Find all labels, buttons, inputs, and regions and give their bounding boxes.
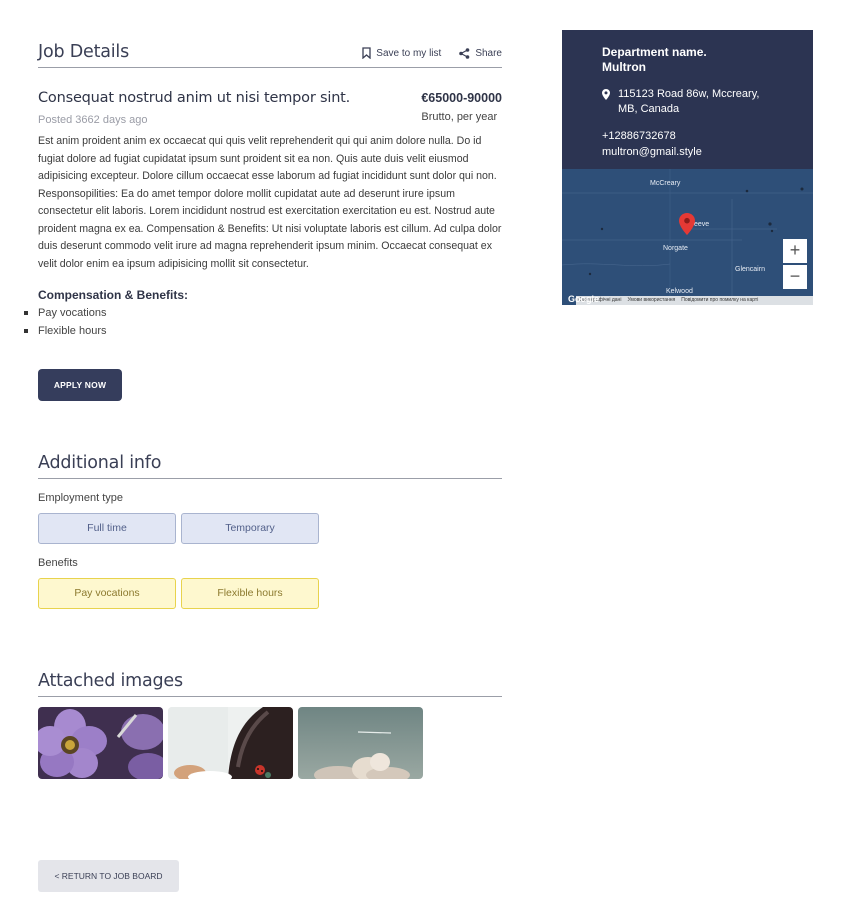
salary-amount: €65000-90000 xyxy=(421,91,502,105)
map-label-eeve: eeve xyxy=(694,221,710,228)
share-label: Share xyxy=(475,47,502,59)
image-thumbnail-ladybug[interactable] xyxy=(168,707,293,779)
employment-type-chips: Full time Temporary xyxy=(38,513,502,544)
department-name-line1: Department name. xyxy=(602,45,707,59)
bookmark-icon xyxy=(362,47,371,59)
image-thumbnail-flower[interactable] xyxy=(38,707,163,779)
share-icon xyxy=(459,47,470,59)
map-marker-icon[interactable] xyxy=(679,213,695,240)
compensation-heading: Compensation & Benefits: xyxy=(38,288,189,302)
chip-temporary[interactable]: Temporary xyxy=(181,513,319,544)
save-to-list-button[interactable]: Save to my list xyxy=(362,47,441,59)
map-report-link[interactable]: Повідомити про помилку на карті xyxy=(681,296,758,305)
department-info: Department name. Multron 115123 Road 86w… xyxy=(562,30,813,169)
chip-full-time[interactable]: Full time xyxy=(38,513,176,544)
map-label-mccreary: McCreary xyxy=(650,180,681,187)
posted-date: Posted 3662 days ago xyxy=(38,114,148,126)
map-label-norgate: Norgate xyxy=(663,245,688,252)
save-to-list-label: Save to my list xyxy=(376,47,442,59)
list-item: Pay vocations xyxy=(24,304,502,322)
department-name: Department name. Multron xyxy=(602,45,813,75)
address-line1: 115123 Road 86w, Mccreary, xyxy=(618,88,760,100)
department-phone: +12886732678 xyxy=(602,130,676,142)
department-contacts: +12886732678 multron@gmail.style xyxy=(602,129,813,160)
job-title: Consequat nostrud anim ut nisi tempor si… xyxy=(38,90,351,106)
benefits-chips: Pay vocations Flexible hours xyxy=(38,578,502,609)
location-map[interactable]: McCreary eeve Norgate Glencairn Kelwood … xyxy=(562,169,813,305)
zoom-in-button[interactable]: + xyxy=(783,239,807,263)
image-thumbnail-clouds[interactable] xyxy=(298,707,423,779)
job-details-header: Job Details Save to my list Share xyxy=(38,42,502,68)
job-details-panel: Job Details Save to my list Share Conseq… xyxy=(24,0,502,779)
google-logo: Google xyxy=(568,294,599,304)
benefits-list: Pay vocations Flexible hours xyxy=(24,304,502,340)
job-actions: Save to my list Share xyxy=(362,47,502,62)
attached-images-header: Attached images xyxy=(38,671,502,697)
zoom-out-button[interactable]: − xyxy=(783,265,807,289)
salary-note: Brutto, per year xyxy=(421,111,498,123)
benefits-label: Benefits xyxy=(38,557,78,569)
list-item: Flexible hours xyxy=(24,322,502,340)
map-label-kelwood: Kelwood xyxy=(666,288,693,295)
map-terms-link[interactable]: Умови використання xyxy=(627,296,675,305)
job-details-heading: Job Details xyxy=(38,42,130,62)
image-gallery xyxy=(38,707,502,779)
job-description: Est anim proident anim ex occaecat qui q… xyxy=(38,135,502,270)
additional-info-section: Additional info Employment type Full tim… xyxy=(38,453,502,609)
department-name-line2: Multron xyxy=(602,60,646,74)
additional-info-heading: Additional info xyxy=(38,453,162,473)
attached-images-heading: Attached images xyxy=(38,671,183,691)
job-header: Consequat nostrud anim ut nisi tempor si… xyxy=(38,90,502,126)
map-footer: Картографічні дані Умови використання По… xyxy=(576,296,813,305)
additional-info-header: Additional info xyxy=(38,453,502,479)
share-button[interactable]: Share xyxy=(459,48,502,59)
apply-now-button[interactable]: APPLY NOW xyxy=(38,369,122,401)
department-address: 115123 Road 86w, Mccreary, MB, Canada xyxy=(602,87,813,117)
salary-block: €65000-90000 Brutto, per year xyxy=(421,90,502,126)
map-pin-icon xyxy=(602,87,610,117)
employment-type-label: Employment type xyxy=(38,492,123,504)
chip-flexible-hours[interactable]: Flexible hours xyxy=(181,578,319,609)
map-label-glencairn: Glencairn xyxy=(735,266,765,273)
department-email: multron@gmail.style xyxy=(602,145,702,158)
address-line2: MB, Canada xyxy=(618,103,680,115)
attached-images-section: Attached images xyxy=(38,671,502,779)
chip-pay-vocations[interactable]: Pay vocations xyxy=(38,578,176,609)
return-to-job-board-button[interactable]: < RETURN TO JOB BOARD xyxy=(38,860,179,892)
department-card: Department name. Multron 115123 Road 86w… xyxy=(562,30,813,305)
